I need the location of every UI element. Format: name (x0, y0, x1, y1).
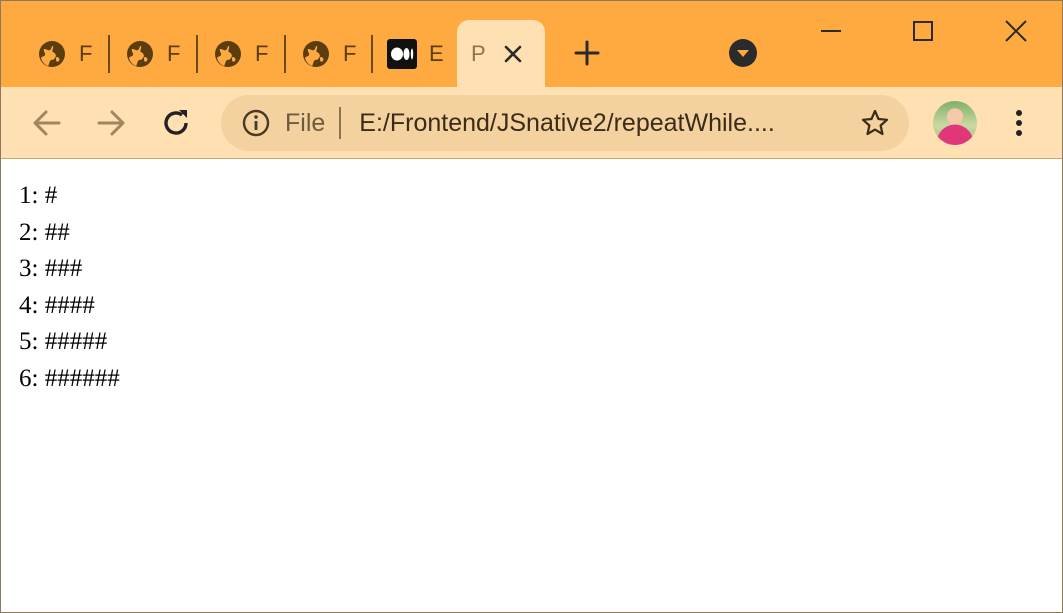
close-icon (1005, 20, 1027, 42)
tab-active[interactable]: Pi (457, 20, 545, 87)
reload-icon (164, 110, 188, 135)
forward-button[interactable] (89, 101, 133, 145)
tab-separator (371, 35, 373, 73)
output-line: 5: ##### (19, 328, 108, 355)
output-line: 6: ###### (19, 364, 120, 392)
browser-menu-button[interactable] (999, 103, 1039, 143)
arrow-left-icon (33, 110, 61, 136)
tab-search-button[interactable] (727, 37, 759, 69)
avatar[interactable] (933, 101, 977, 145)
omnibox-divider (339, 107, 342, 139)
plus-icon (574, 40, 600, 66)
globe-icon (213, 39, 243, 69)
tab-title: Pi (471, 40, 487, 66)
maximize-icon (913, 21, 933, 41)
tab-separator (196, 35, 198, 73)
tab-title: F (79, 41, 93, 66)
back-button[interactable] (25, 101, 69, 145)
kebab-menu-icon (1016, 110, 1022, 136)
page-content: 1: # 2: ## 3: ### 4: #### 5: ##### 6: ##… (1, 160, 1062, 612)
tab-3[interactable]: F (213, 21, 269, 87)
output-line: 1: # (19, 182, 58, 209)
tab-separator (284, 35, 286, 73)
url-text[interactable]: E:/Frontend/JSnative2/repeatWhile.... (359, 109, 829, 138)
url-scheme-label: File (285, 108, 326, 137)
window-close-button[interactable] (976, 1, 1056, 61)
tab-5[interactable]: E (387, 21, 443, 87)
tab-1[interactable]: F (37, 21, 93, 87)
chevron-down-icon (729, 39, 757, 67)
tab-2[interactable]: F (125, 21, 181, 87)
tab-4[interactable]: F (301, 21, 357, 87)
output-line: 3: ### (19, 255, 83, 282)
medium-icon (387, 39, 417, 69)
tab-title: F (255, 41, 269, 66)
toolbar: File E:/Frontend/JSnative2/repeatWhile..… (1, 87, 1062, 159)
minimize-button[interactable] (791, 1, 871, 61)
new-tab-button[interactable] (567, 33, 607, 73)
output-lines: 1: # 2: ## 3: ### 4: #### 5: ##### 6: ##… (19, 178, 120, 397)
maximize-button[interactable] (883, 1, 963, 61)
tab-title: F (167, 41, 181, 66)
info-icon[interactable] (241, 108, 271, 138)
star-icon[interactable] (859, 107, 891, 139)
globe-icon (301, 39, 331, 69)
tab-title: F (343, 41, 357, 66)
minimize-icon (821, 30, 841, 32)
globe-icon (125, 39, 155, 69)
tab-strip: F F F F E P (1, 1, 1062, 87)
output-line: 4: #### (19, 291, 95, 319)
globe-icon (37, 39, 67, 69)
reload-button[interactable] (154, 101, 198, 145)
tab-title: E (429, 41, 443, 66)
tab-separator (108, 35, 110, 73)
browser-window: F F F F E P File E:/Frontend/JSnative2/r… (0, 0, 1063, 613)
output-line: 2: ## (19, 218, 70, 246)
address-bar[interactable]: File E:/Frontend/JSnative2/repeatWhile..… (221, 95, 909, 151)
arrow-right-icon (97, 110, 125, 136)
close-icon[interactable] (501, 42, 525, 66)
